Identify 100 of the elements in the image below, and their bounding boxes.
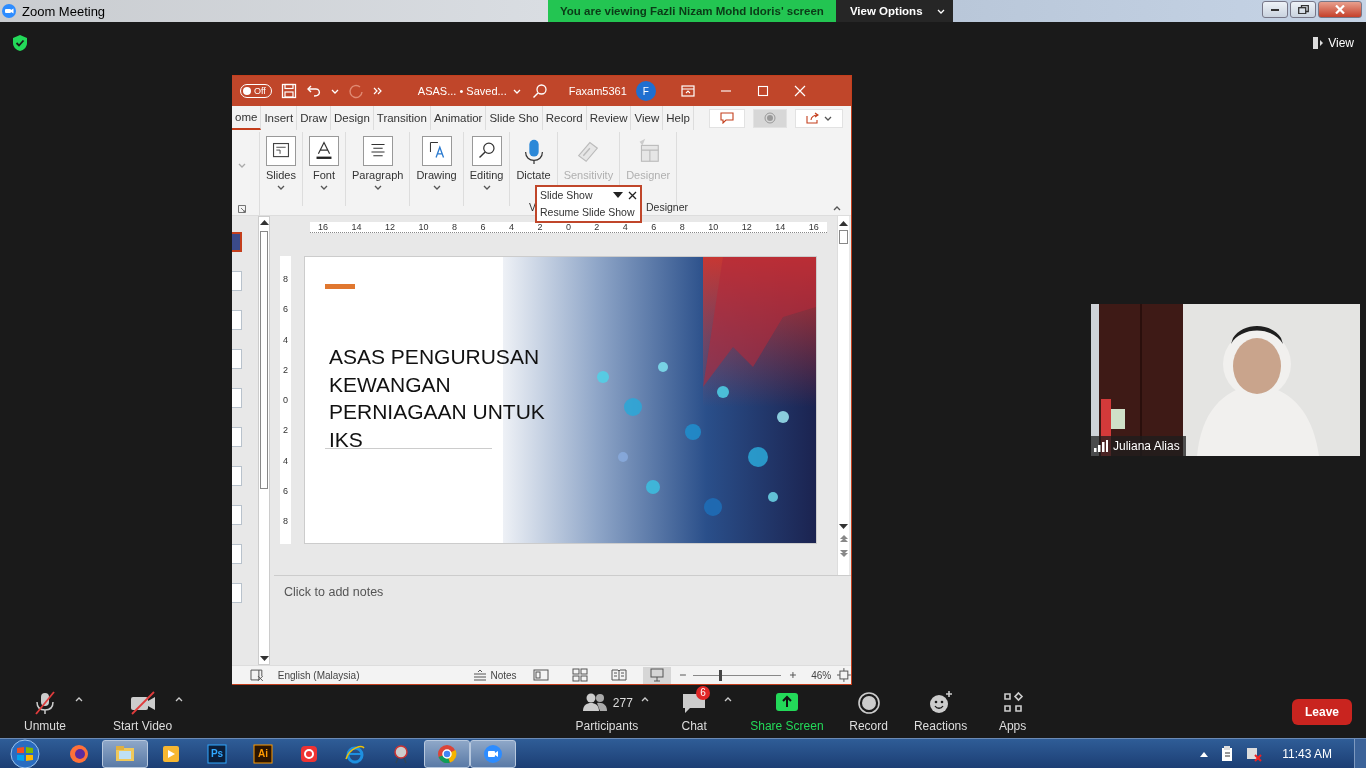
ribbon-button[interactable]: Editing (469, 136, 504, 191)
show-hidden-icons[interactable] (1200, 750, 1209, 757)
share-button[interactable] (795, 108, 843, 128)
group-label: Designer (646, 201, 689, 213)
taskbar-app[interactable] (424, 739, 470, 768)
record-icon (764, 112, 776, 124)
normal-view-icon (533, 668, 550, 682)
search-icon[interactable] (531, 83, 548, 99)
toolbar-button[interactable]: Reactions (913, 690, 968, 733)
unread-badge: 6 (696, 686, 710, 700)
caret-icon[interactable] (641, 696, 650, 703)
window-title: Zoom Meeting (22, 3, 106, 19)
scroll-thumb[interactable] (260, 231, 268, 489)
slide-thumbnail[interactable] (232, 544, 242, 564)
ribbon-button[interactable]: Font (309, 136, 339, 191)
close-icon[interactable] (627, 190, 637, 200)
comments-button[interactable] (709, 108, 745, 128)
slide-thumbnail[interactable] (232, 388, 242, 408)
slide-thumbnail[interactable] (232, 583, 242, 603)
toolbar-button[interactable]: Start Video (113, 690, 173, 733)
ribbon-display-icon[interactable] (680, 85, 695, 97)
taskbar-app[interactable] (470, 739, 516, 768)
zoom-level[interactable]: 46% (811, 669, 832, 681)
view-button[interactable] (643, 666, 671, 684)
scroll-down-icon[interactable] (259, 656, 269, 662)
slide-thumbnail[interactable] (232, 232, 242, 252)
view-icon (1313, 37, 1324, 49)
notes-button[interactable]: Notes (473, 669, 517, 681)
ribbon-button[interactable]: Dictate (516, 136, 551, 181)
network-error-icon[interactable] (1246, 745, 1263, 762)
user-avatar[interactable]: F (635, 81, 656, 101)
notes-icon (473, 669, 488, 681)
scrollbar[interactable] (258, 216, 270, 665)
signal-icon (1094, 440, 1108, 452)
reading-view-icon (610, 668, 627, 682)
slide-thumbnail[interactable] (232, 271, 242, 291)
undo-icon[interactable] (305, 83, 322, 99)
zoom-in-icon[interactable] (789, 671, 798, 679)
scroll-thumb[interactable] (839, 230, 848, 244)
editing-icon (471, 136, 502, 166)
notes-field[interactable]: Click to add notes (274, 576, 851, 665)
slide-thumbnail[interactable] (232, 349, 242, 369)
scrollbar[interactable] (837, 216, 849, 575)
slide[interactable]: ASAS PENGURUSAN KEWANGAN PERNIAGAAN UNTUK IKS (304, 256, 817, 544)
toolbar-button[interactable]: 277 Participants (575, 690, 639, 733)
caret-icon[interactable] (175, 696, 184, 703)
dropdown-icon[interactable] (612, 191, 623, 199)
fit-slide-icon[interactable] (837, 668, 851, 682)
start-button[interactable] (8, 738, 42, 768)
taskbar-app[interactable]: Ps (194, 739, 240, 768)
clock[interactable]: 11:43 AM (1282, 746, 1332, 761)
dialog-launcher-icon[interactable] (238, 205, 246, 213)
more-commands-icon[interactable] (372, 87, 383, 95)
ribbon-button[interactable]: Slides (266, 136, 296, 191)
view-options-button[interactable]: View Options (835, 0, 953, 22)
sharing-banner: You are viewing Fazli Nizam Mohd Idoris' screen (548, 0, 836, 22)
caret-icon[interactable] (75, 696, 83, 703)
slide-thumbnail[interactable] (232, 466, 242, 486)
leave-button[interactable]: Leave (1291, 698, 1352, 725)
accessibility-icon[interactable] (250, 668, 264, 682)
toolbar-button[interactable]: Apps (985, 690, 1040, 733)
app-icon (206, 742, 228, 765)
ribbon-button[interactable]: Paragraph (352, 136, 404, 191)
scroll-up-icon[interactable] (839, 220, 848, 226)
slide-thumbnail[interactable] (232, 310, 242, 330)
ribbon-button[interactable]: Drawing (416, 136, 457, 191)
record-button[interactable] (753, 108, 787, 128)
sorter-view-icon (571, 668, 588, 682)
scroll-down-icon[interactable] (839, 524, 848, 530)
caret-icon[interactable] (724, 696, 733, 703)
collapse-ribbon-icon[interactable] (833, 205, 843, 212)
maximize-icon[interactable] (756, 85, 769, 97)
save-icon[interactable] (280, 83, 297, 99)
paragraph-icon (362, 136, 393, 166)
clipboard-icon[interactable] (1220, 745, 1235, 762)
close-icon (1335, 5, 1345, 14)
browser-icon (68, 742, 90, 765)
taskbar-app[interactable] (102, 739, 148, 768)
document-title[interactable]: ASAS... • Saved... (417, 85, 523, 97)
taskbar-app[interactable]: Ai (240, 739, 286, 768)
minimize-button[interactable] (1262, 1, 1288, 18)
slide-title[interactable]: ASAS PENGURUSAN KEWANGAN PERNIAGAAN UNTUK IKS (329, 343, 545, 453)
redo-icon (347, 83, 364, 99)
resume-slide-show-link[interactable]: Resume Slide Show (540, 205, 637, 219)
slides-icon (266, 136, 296, 166)
slider-thumb[interactable] (719, 669, 723, 681)
toolbar-button[interactable]: Share Screen (750, 690, 824, 733)
restore-button[interactable] (1290, 1, 1316, 18)
toolbar-button[interactable]: Unmute (18, 690, 72, 733)
view-button[interactable]: View (1313, 36, 1354, 50)
next-slide-icon[interactable] (838, 548, 849, 558)
toolbar-button[interactable]: Record (841, 690, 896, 733)
horizontal-ruler: 16 14 12 10 8 6 4 2 0 2 4 6 8 10 12 14 16 (310, 222, 827, 233)
comment-icon (720, 112, 734, 124)
close-button[interactable] (1318, 1, 1362, 18)
slide-thumbnail[interactable] (232, 505, 242, 525)
scroll-up-icon[interactable] (259, 219, 269, 225)
slide-thumbnail[interactable] (232, 427, 242, 447)
slideshow-view-icon (649, 668, 666, 682)
language-status[interactable]: English (Malaysia) (277, 669, 360, 681)
